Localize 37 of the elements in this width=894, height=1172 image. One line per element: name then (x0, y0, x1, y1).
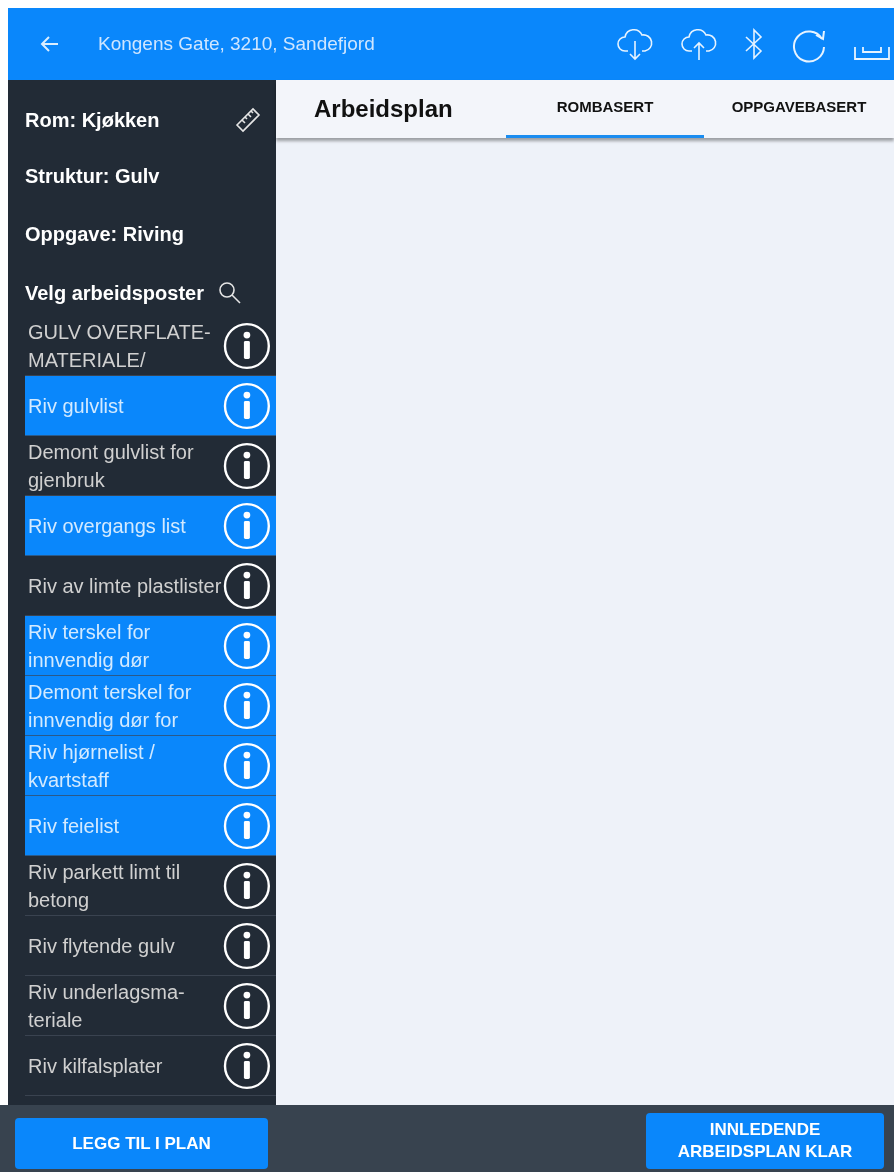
add-to-plan-button[interactable]: LEGG TIL I PLAN (15, 1118, 268, 1169)
work-item-label: Riv flytende gulv (28, 933, 176, 959)
info-icon[interactable] (223, 981, 271, 1030)
work-item-label: Riv gulvlist (28, 393, 125, 419)
info-icon[interactable] (223, 921, 271, 970)
bluetooth-icon[interactable] (744, 27, 764, 61)
info-icon[interactable] (223, 861, 271, 910)
work-item-label: Riv overgangs list (28, 513, 187, 539)
work-item-label: Riv av limte plastlister (28, 573, 223, 599)
room-label: Rom: Kjøkken (25, 108, 160, 133)
plan-tab[interactable]: ROMBASERT (506, 80, 704, 138)
info-icon[interactable] (223, 1041, 271, 1090)
plan-tab[interactable]: OPPGAVEBASERT (704, 80, 894, 138)
work-item-label: Riv underlagsma-teriale (28, 979, 186, 1033)
tray-icon[interactable] (854, 45, 890, 61)
choose-items-label: Velg arbeidsposter (25, 281, 204, 306)
info-icon[interactable] (223, 321, 271, 370)
ruler-icon[interactable] (234, 106, 262, 134)
work-item-label: Demont gulvlist for gjenbruk (28, 439, 195, 493)
page-title: Arbeidsplan (314, 94, 453, 124)
work-item-label: Riv hjørnelist / kvartstaff (28, 739, 156, 793)
work-item-label: Riv parkett limt til betong (28, 859, 182, 913)
work-item-label: Riv kilfalsplater (28, 1053, 164, 1079)
work-item-label: Riv feielist (28, 813, 121, 839)
task-label: Oppgave: Riving (25, 222, 184, 247)
info-icon[interactable] (223, 561, 271, 610)
work-item-label: GULV OVERFLATE-MATERIALE/ (28, 319, 212, 373)
back-arrow-icon[interactable] (40, 34, 60, 54)
info-icon[interactable] (223, 441, 271, 490)
structure-label: Struktur: Gulv (25, 164, 160, 189)
cloud-download-icon[interactable] (616, 27, 654, 61)
search-icon[interactable] (217, 281, 242, 305)
plan-ready-button[interactable]: INNLEDENDE ARBEIDSPLAN KLAR (646, 1113, 884, 1169)
cloud-upload-icon[interactable] (680, 27, 718, 61)
address-title: Kongens Gate, 3210, Sandefjord (98, 31, 375, 56)
work-item-label: Demont terskel for innvendig dør for (28, 679, 193, 733)
work-item-label: Riv terskel for innvendig dør (28, 619, 152, 673)
